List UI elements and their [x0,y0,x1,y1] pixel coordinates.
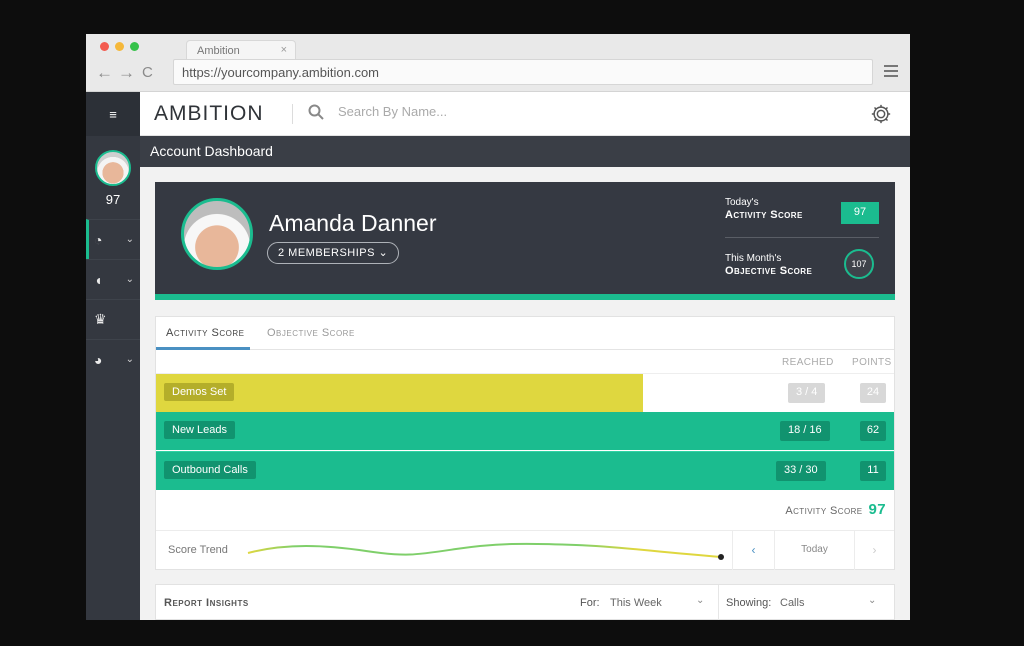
header-divider [292,104,293,124]
search-input[interactable] [338,104,638,119]
profile-avatar [181,198,253,270]
score-divider [725,237,879,238]
chevron-down-icon[interactable]: ⌄ [868,595,876,606]
window-controls [100,42,139,51]
chevron-down-icon: ⌄ [125,354,134,365]
sidebar-score: 97 [105,192,121,207]
memberships-dropdown[interactable]: 2 MEMBERSHIPS ⌄ [267,242,400,264]
score-tabs: Activity Score Objective Score [156,317,894,350]
chevron-down-icon: ⌄ [125,234,134,245]
table-row[interactable]: Outbound Calls 33 / 30 11 [156,451,894,490]
profile-card: Amanda Danner 2 MEMBERSHIPS ⌄ Today's Ac… [155,182,895,300]
row-reached: 18 / 16 [780,421,830,441]
trend-endpoint [718,554,724,560]
browser-tab-title: Ambition [197,45,240,57]
month-score-label-line1: This Month's [725,253,782,264]
logo[interactable]: AMBITION [154,102,264,126]
browser-menu-icon[interactable] [884,65,898,80]
table-row[interactable]: New Leads 18 / 16 62 [156,412,894,450]
row-points: 24 [860,383,886,403]
activity-score-summary: Activity Score 97 [785,501,886,518]
row-points: 62 [860,421,886,441]
browser-chrome: Ambition × ← → C https://yourcompany.amb… [86,34,910,92]
sidebar-toggle-icon[interactable]: ≡ [86,92,140,136]
active-tab-indicator [156,347,250,350]
column-header-reached: REACHED [782,357,834,368]
trend-prev-button[interactable]: ‹ [732,531,774,570]
browser-window: Ambition × ← → C https://yourcompany.amb… [86,34,910,620]
pie-chart-icon: ◕ [94,351,103,368]
activity-score-label: Activity Score [785,505,863,517]
trend-next-button[interactable]: › [854,531,894,570]
today-score-label: Today's Activity Score [725,196,803,222]
row-label: New Leads [164,421,236,439]
row-label: Outbound Calls [164,461,256,479]
sidebar: ≡ 97 ◔ ⌄ ◖ ⌄ ♛ ◕ ⌄ [86,92,140,620]
showing-select[interactable]: Calls [780,597,804,609]
forward-arrow-icon[interactable]: → [118,62,135,84]
row-reached: 33 / 30 [776,461,826,481]
report-title: Report Insights [164,597,249,609]
tab-close-icon[interactable]: × [281,44,287,56]
browser-tab[interactable]: Ambition × [186,40,296,60]
chevron-down-icon: ⌄ [125,274,134,285]
today-score-label-line1: Today's [725,197,759,208]
activity-score-value: 97 [868,501,886,518]
helmet-icon: ◖ [94,271,103,288]
trend-today-button[interactable]: Today [774,531,854,570]
sidebar-item-teams[interactable]: ◖ ⌄ [86,259,140,299]
row-points: 11 [860,461,886,481]
profile-name: Amanda Danner [269,210,437,236]
today-score-label-line2: Activity Score [725,209,803,221]
search-icon [308,104,324,120]
for-select[interactable]: This Week [610,597,662,609]
row-label: Demos Set [164,383,235,401]
row-reached: 3 / 4 [788,383,826,403]
sidebar-item-competitions[interactable]: ♛ [86,299,140,339]
reload-icon[interactable]: C [142,62,153,84]
sidebar-item-dashboard[interactable]: ◔ ⌄ [86,219,140,259]
for-label: For: [580,597,600,609]
close-window-button[interactable] [100,42,109,51]
column-header-points: POINTS [852,357,892,368]
avatar[interactable] [95,150,131,186]
month-score-badge: 107 [844,249,874,279]
trend-label: Score Trend [168,544,228,556]
address-bar[interactable]: https://yourcompany.ambition.com [173,59,873,85]
report-divider [718,585,719,620]
table-row[interactable]: Demos Set 3 / 4 24 [156,373,894,412]
showing-label: Showing: [726,597,772,609]
month-score-label-line2: Objective Score [725,265,813,277]
month-score-label: This Month's Objective Score [725,252,812,278]
trend-sparkline [247,542,724,560]
chevron-down-icon[interactable]: ⌄ [696,595,704,606]
tab-objective-score[interactable]: Objective Score [267,327,355,339]
trophy-icon: ♛ [94,311,107,327]
page-title: Account Dashboard [140,136,910,167]
today-score-badge: 97 [841,202,879,224]
activity-panel: Activity Score Objective Score REACHED P… [155,316,895,570]
tab-activity-score[interactable]: Activity Score [166,327,245,339]
back-arrow-icon[interactable]: ← [96,62,113,84]
sidebar-item-reports[interactable]: ◕ ⌄ [86,339,140,379]
app-header: AMBITION [140,92,910,136]
minimize-window-button[interactable] [115,42,124,51]
gear-icon[interactable] [870,103,892,125]
speedometer-icon: ◔ [94,231,103,248]
maximize-window-button[interactable] [130,42,139,51]
score-trend: Score Trend ‹ Today › [156,530,894,570]
report-insights: Report Insights For: This Week ⌄ Showing… [155,584,895,620]
